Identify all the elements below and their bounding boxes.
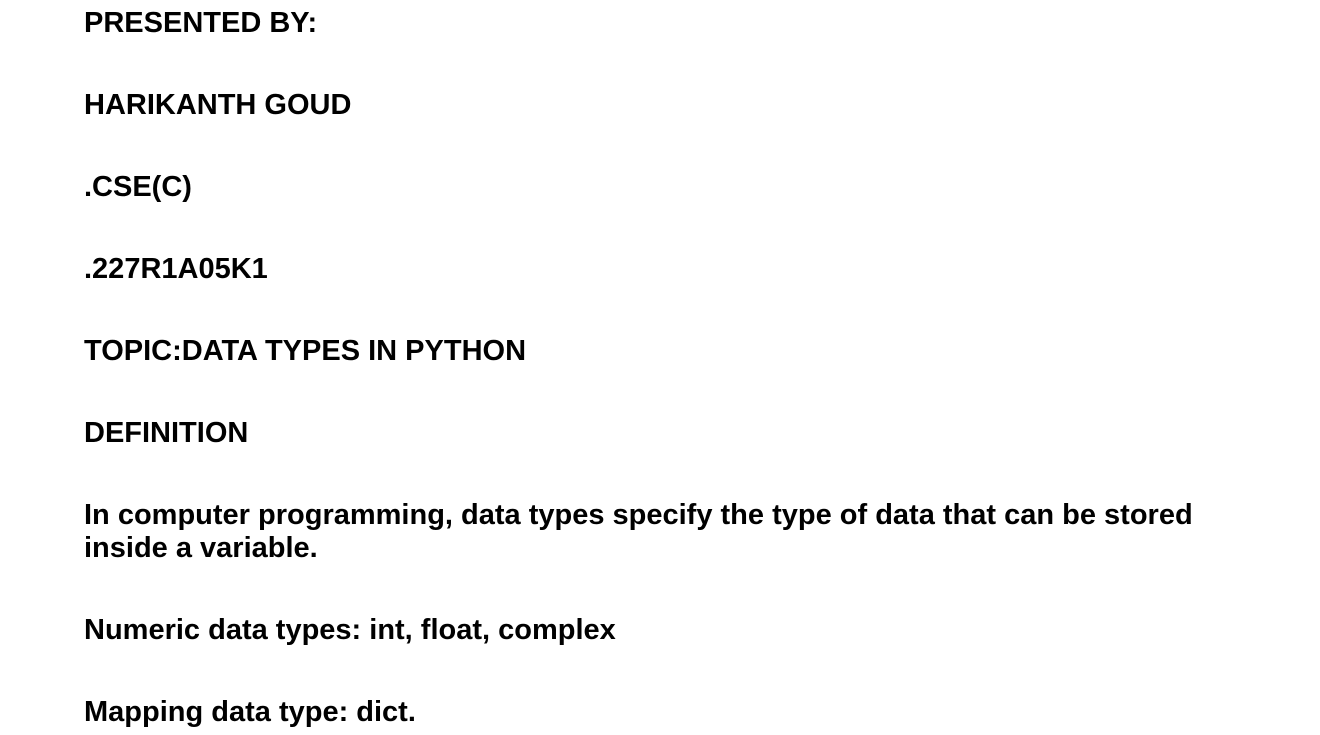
roll-number: .227R1A05K1 <box>84 253 268 285</box>
mapping-type-line: Mapping data type: dict. <box>84 696 416 728</box>
topic-title: TOPIC:DATA TYPES IN PYTHON <box>84 335 527 367</box>
presenter-name: HARIKANTH GOUD <box>84 89 352 121</box>
document-page: PRESENTED BY: HARIKANTH GOUD .CSE(C) .22… <box>0 0 1320 735</box>
definition-paragraph: In computer programming, data types spec… <box>84 499 1193 564</box>
section-label: .CSE(C) <box>84 171 192 203</box>
numeric-types-line: Numeric data types: int, float, complex <box>84 614 616 646</box>
definition-heading: DEFINITION <box>84 417 249 449</box>
presented-by-heading: PRESENTED BY: <box>84 7 318 39</box>
